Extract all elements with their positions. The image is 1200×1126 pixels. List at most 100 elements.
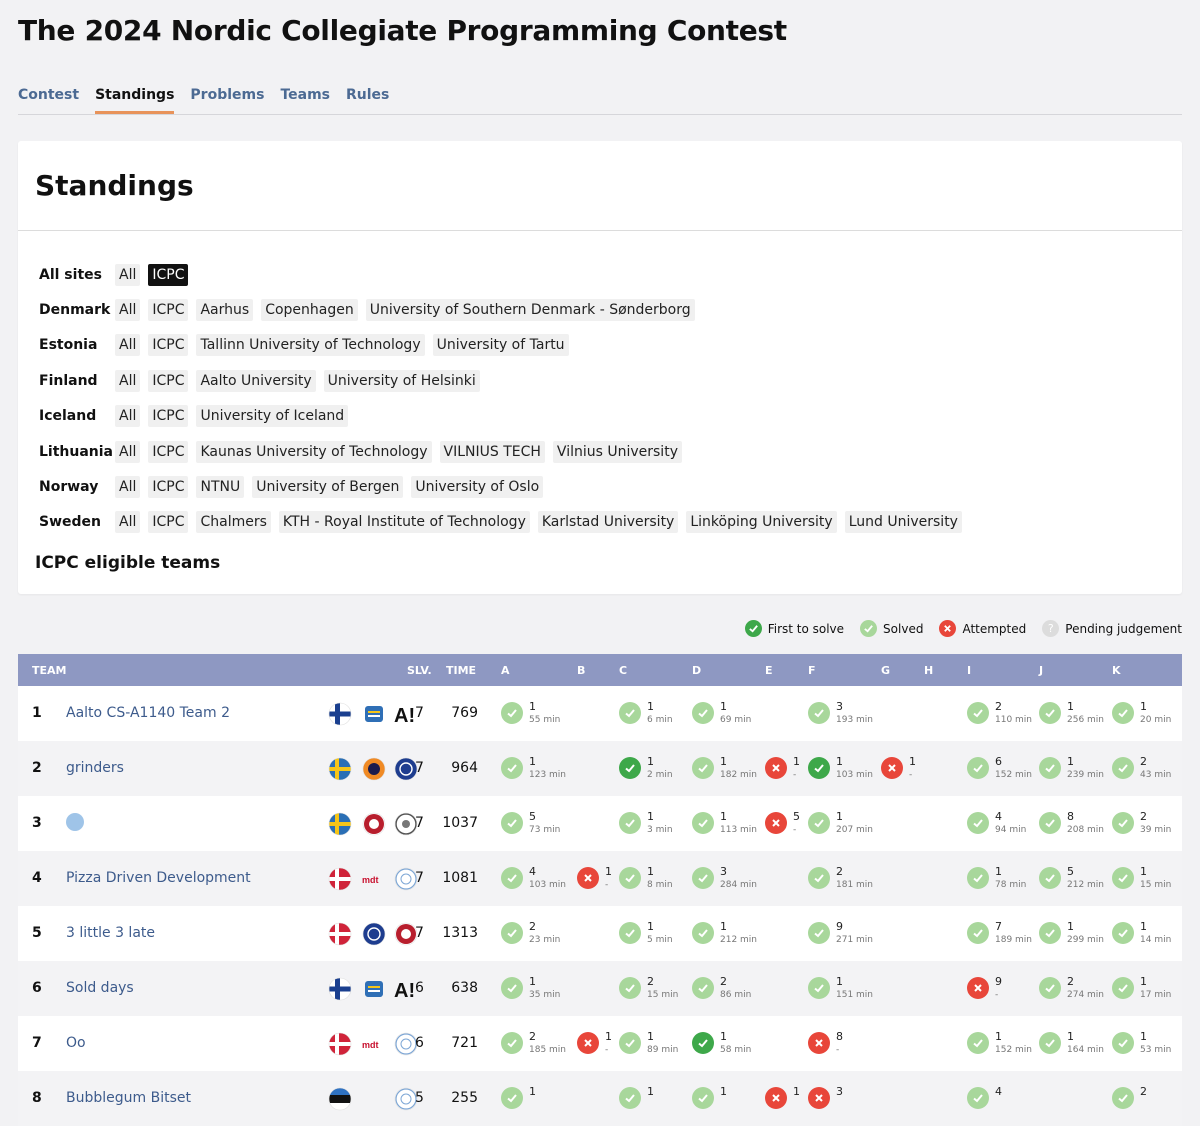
- solved-icon: [1112, 812, 1134, 834]
- filter-chip[interactable]: Vilnius University: [552, 440, 682, 463]
- solve-time: 151 min: [836, 990, 874, 1000]
- solve-time: 299 min: [1067, 935, 1105, 945]
- team-name-link[interactable]: Pizza Driven Development: [66, 870, 251, 886]
- attempt-count: 1: [720, 1030, 727, 1043]
- attempt-count: 1: [836, 755, 843, 768]
- filter-chip[interactable]: All: [115, 476, 141, 499]
- team-avatar-icon: [66, 813, 84, 831]
- solve-time: 207 min: [836, 825, 874, 835]
- solved-icon: [501, 702, 523, 724]
- eligible-heading: ICPC eligible teams: [35, 553, 221, 573]
- filter-chip[interactable]: All: [115, 511, 141, 534]
- attempt-count: 2: [647, 975, 654, 988]
- solved-icon: [1039, 977, 1061, 999]
- filter-chip[interactable]: NTNU: [196, 476, 245, 499]
- team-name-link[interactable]: Sold days: [66, 980, 134, 996]
- team-name-link[interactable]: Oo: [66, 1035, 86, 1051]
- filter-chip[interactable]: ICPC: [148, 511, 189, 534]
- filter-chip[interactable]: Copenhagen: [261, 299, 358, 322]
- legend-pending-label: Pending judgement: [1065, 621, 1182, 636]
- solve-time: 17 min: [1140, 990, 1172, 1000]
- filter-chip[interactable]: Aalto University: [196, 369, 316, 392]
- filter-chip[interactable]: Linköping University: [686, 511, 837, 534]
- filter-chip[interactable]: Tallinn University of Technology: [196, 334, 425, 357]
- tab-problems[interactable]: Problems: [190, 87, 264, 111]
- filter-chip[interactable]: Aarhus: [196, 299, 254, 322]
- attempt-count: 1: [1067, 700, 1074, 713]
- header-time: TIME: [446, 664, 477, 677]
- solved-icon: [967, 867, 989, 889]
- solve-time: 6 min: [647, 715, 673, 725]
- filter-country-label: Finland: [39, 372, 98, 389]
- team-solved-count: 7: [415, 870, 424, 886]
- team-name-link[interactable]: 3 little 3 late: [66, 925, 155, 941]
- filter-chip[interactable]: University of Oslo: [411, 476, 544, 499]
- solved-icon: [692, 867, 714, 889]
- filter-row: All sites All ICPC: [39, 257, 970, 292]
- table-row: 4 Pizza Driven Development mdt 7 1081 4 103 mi…: [18, 851, 1182, 906]
- filter-chip[interactable]: ICPC: [148, 405, 189, 428]
- solve-time: -: [995, 990, 999, 1000]
- solve-time: 239 min: [1067, 770, 1105, 780]
- attempt-count: 1: [720, 755, 727, 768]
- solve-time: 14 min: [1140, 935, 1172, 945]
- filter-chip[interactable]: ICPC: [148, 299, 189, 322]
- filter-chip[interactable]: University of Bergen: [252, 476, 404, 499]
- filter-chip[interactable]: ICPC: [148, 369, 189, 392]
- filter-chip[interactable]: All: [115, 263, 141, 286]
- team-solved-count: 7: [415, 760, 424, 776]
- filter-country-label: Sweden: [39, 514, 101, 531]
- attempted-icon: [808, 1087, 830, 1109]
- filter-chip[interactable]: KTH - Royal Institute of Technology: [278, 511, 530, 534]
- solve-time: 152 min: [995, 1045, 1033, 1055]
- attempted-icon: [765, 1087, 787, 1109]
- filter-chip[interactable]: All: [115, 369, 141, 392]
- team-name-link[interactable]: grinders: [66, 760, 124, 776]
- filter-chip[interactable]: ICPC: [148, 440, 189, 463]
- solve-time: 5 min: [647, 935, 673, 945]
- attempt-count: 1: [720, 1085, 727, 1098]
- attempt-count: 1: [647, 810, 654, 823]
- attempt-count: 5: [1067, 865, 1074, 878]
- filter-chip[interactable]: ICPC: [148, 476, 189, 499]
- tab-contest[interactable]: Contest: [18, 87, 79, 111]
- team-rank: 8: [32, 1090, 42, 1106]
- solved-icon: [967, 1087, 989, 1109]
- team-solved-count: 6: [415, 980, 424, 996]
- filter-chip[interactable]: Kaunas University of Technology: [196, 440, 432, 463]
- page-title: The 2024 Nordic Collegiate Programming C…: [18, 14, 787, 47]
- solved-icon: [692, 757, 714, 779]
- tab-standings[interactable]: Standings: [95, 87, 175, 114]
- filter-chip[interactable]: VILNIUS TECH: [439, 440, 545, 463]
- filter-chip[interactable]: ICPC: [148, 334, 189, 357]
- filter-chip[interactable]: ICPC: [148, 263, 189, 286]
- solve-time: 3 min: [647, 825, 673, 835]
- finland-flag-icon: [328, 977, 352, 1001]
- team-name-link[interactable]: Aalto CS-A1140 Team 2: [66, 705, 230, 721]
- attempt-count: 8: [1067, 810, 1074, 823]
- attempted-icon: [765, 812, 787, 834]
- solve-time: 43 min: [1140, 770, 1172, 780]
- filter-chip[interactable]: Chalmers: [196, 511, 271, 534]
- filter-chip[interactable]: All: [115, 405, 141, 428]
- filter-chip[interactable]: University of Tartu: [432, 334, 569, 357]
- solve-time: 86 min: [720, 990, 752, 1000]
- filter-chip[interactable]: University of Southern Denmark - Sønderb…: [365, 299, 695, 322]
- tab-rules[interactable]: Rules: [346, 87, 389, 111]
- solve-time: 94 min: [995, 825, 1027, 835]
- attempt-count: 1: [1140, 1030, 1147, 1043]
- filter-chip[interactable]: Lund University: [844, 511, 962, 534]
- filter-chip[interactable]: University of Iceland: [196, 405, 349, 428]
- attempted-icon: [808, 1032, 830, 1054]
- filter-chip[interactable]: Karlstad University: [537, 511, 679, 534]
- filter-chip[interactable]: University of Helsinki: [323, 369, 480, 392]
- solve-time: 103 min: [836, 770, 874, 780]
- team-name-link[interactable]: Bubblegum Bitset: [66, 1090, 191, 1106]
- filter-chip[interactable]: All: [115, 334, 141, 357]
- filter-chip[interactable]: All: [115, 299, 141, 322]
- solved-icon: [692, 922, 714, 944]
- solved-icon: [1112, 977, 1134, 999]
- solved-icon: [808, 922, 830, 944]
- filter-chip[interactable]: All: [115, 440, 141, 463]
- tab-teams[interactable]: Teams: [280, 87, 330, 111]
